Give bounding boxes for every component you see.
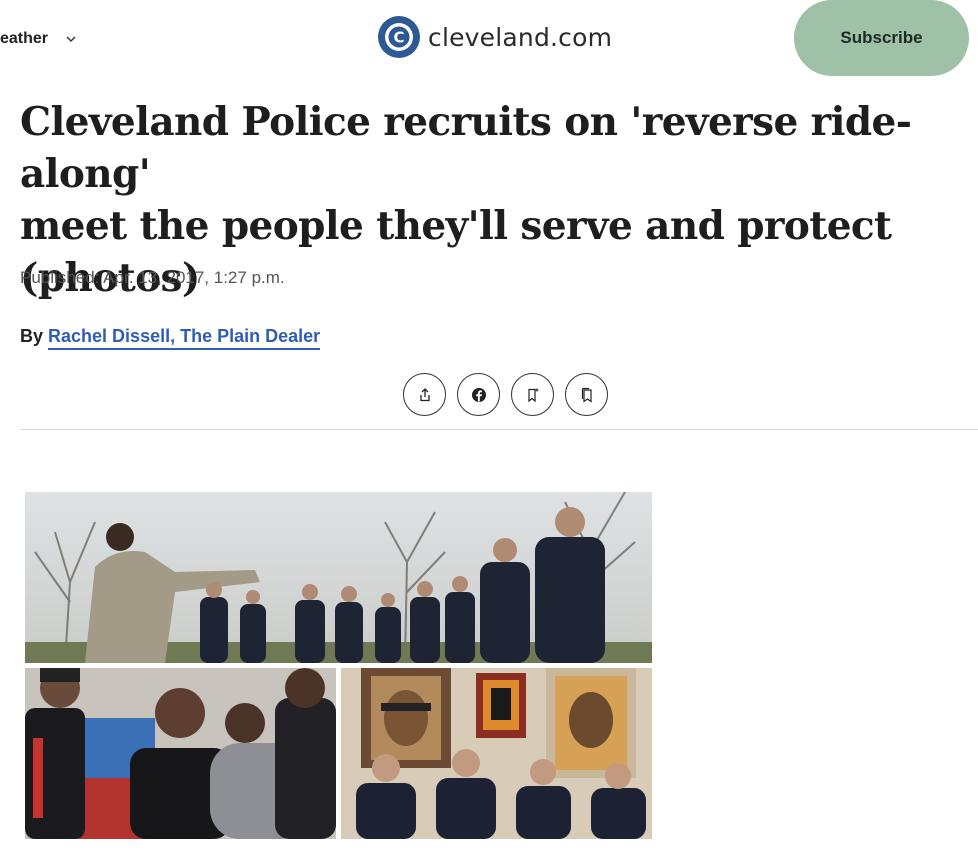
headline-line-2: meet the people they'll serve and protec… <box>20 203 892 249</box>
share-button[interactable] <box>403 373 446 416</box>
author-link[interactable]: Rachel Dissell, The Plain Dealer <box>48 326 321 350</box>
share-toolbar <box>403 373 608 416</box>
facebook-icon <box>471 387 486 402</box>
photo-recruits-outdoor[interactable] <box>25 492 652 663</box>
share-icon <box>419 387 430 401</box>
facebook-share-button[interactable] <box>457 373 500 416</box>
site-logo[interactable]: C cleveland.com <box>378 16 612 58</box>
nav-weather-label: eather <box>0 30 49 47</box>
save-bookmark-button[interactable] <box>511 373 554 416</box>
nav-weather-menu[interactable]: eather <box>0 28 76 50</box>
content-divider <box>20 429 978 430</box>
logo-letter: C <box>393 29 404 47</box>
photo-recruit-with-kids[interactable] <box>25 668 336 839</box>
logo-badge-icon: C <box>378 16 420 58</box>
byline: By Rachel Dissell, The Plain Dealer <box>20 326 321 350</box>
headline-line-1: Cleveland Police recruits on 'reverse ri… <box>20 99 912 197</box>
logo-text: cleveland.com <box>428 22 613 52</box>
bookmarks-button[interactable] <box>565 373 608 416</box>
byline-by-label: By <box>20 326 44 346</box>
bookmark-add-icon <box>527 388 538 402</box>
bookmarks-icon <box>581 387 592 403</box>
published-date: Published: Apr. 13, 2017, 1:27 p.m. <box>20 268 285 287</box>
chevron-down-icon <box>66 36 76 42</box>
subscribe-button[interactable]: Subscribe <box>794 0 969 76</box>
photo-recruits-seated-portraits[interactable] <box>341 668 652 839</box>
